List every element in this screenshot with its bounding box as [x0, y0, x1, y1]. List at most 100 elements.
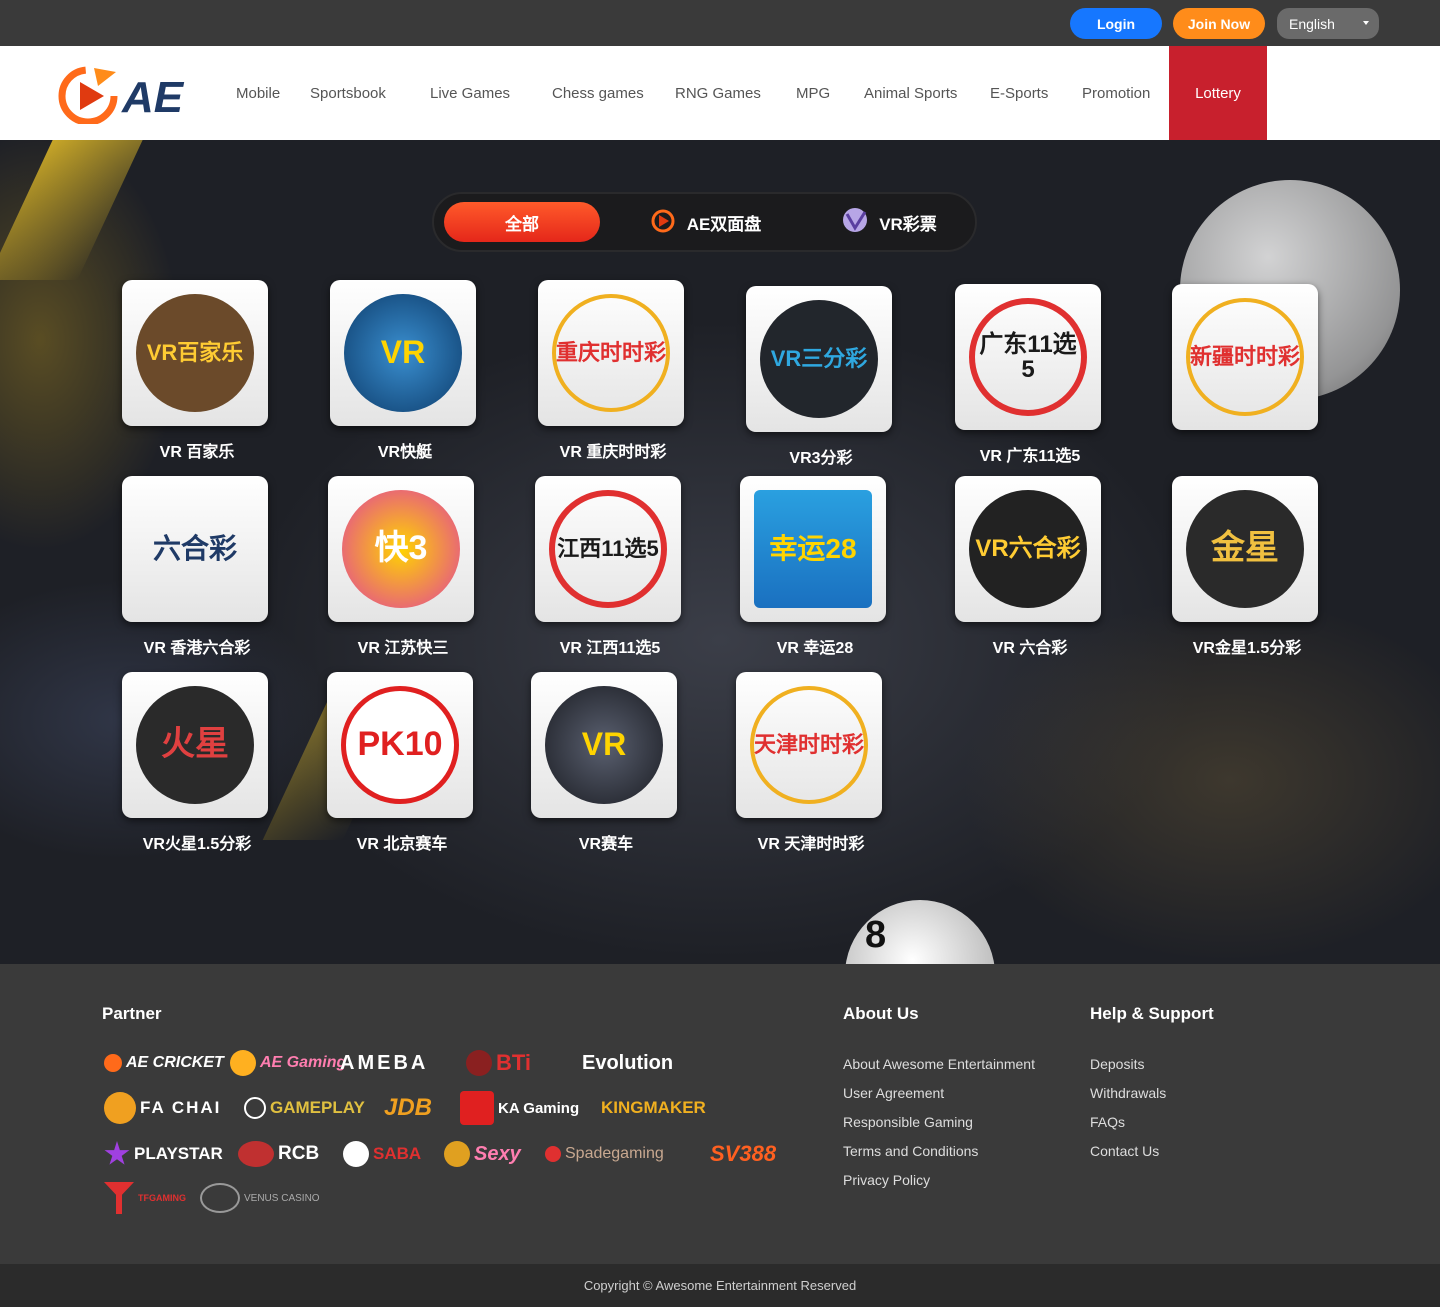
game-label: VR 北京赛车 — [356, 836, 448, 853]
nav-chess-games[interactable]: Chess games — [552, 46, 644, 140]
spade-icon — [545, 1146, 561, 1162]
link-faqs[interactable]: FAQs — [1090, 1114, 1125, 1130]
partner-kingmaker[interactable]: KINGMAKER — [601, 1092, 706, 1124]
nav-esports[interactable]: E-Sports — [990, 46, 1048, 140]
login-button[interactable]: Login — [1070, 8, 1162, 39]
game-tile: 火星 — [122, 672, 268, 818]
partner-bti[interactable]: BTi — [466, 1047, 531, 1079]
link-withdrawals[interactable]: Withdrawals — [1090, 1085, 1166, 1101]
partner-spadegaming[interactable]: Spadegaming — [545, 1138, 664, 1170]
tab-ae-double[interactable]: AE双面盘 — [630, 202, 780, 242]
tab-all-label: 全部 — [505, 214, 539, 234]
partner-ae-cricket[interactable]: AE CRICKET — [104, 1047, 224, 1079]
partner-name: Spadegaming — [565, 1145, 664, 1162]
game-vr-xinjiang[interactable]: 新疆时时彩 — [1172, 284, 1322, 442]
nav-sportsbook[interactable]: Sportsbook — [310, 46, 386, 140]
nav-live-games[interactable]: Live Games — [430, 46, 510, 140]
game-tile: 天津时时彩 — [736, 672, 882, 818]
game-art: VR — [545, 686, 663, 804]
tab-vr-lottery[interactable]: VR彩票 — [824, 202, 954, 242]
game-vr-jiangsu-k3[interactable]: 快3 VR 江苏快三 — [328, 476, 478, 658]
logo-text: AE — [121, 73, 185, 122]
partner-playstar[interactable]: PLAYSTAR — [104, 1138, 223, 1170]
game-art: PK10 — [341, 686, 459, 804]
nav-rng-games[interactable]: RNG Games — [675, 46, 761, 140]
nav-promotion[interactable]: Promotion — [1082, 46, 1150, 140]
nav-lottery[interactable]: Lottery — [1169, 46, 1267, 140]
partner-rcb[interactable]: RCB — [238, 1138, 319, 1170]
partner-sexy[interactable]: Sexy — [444, 1138, 521, 1170]
game-art: VR百家乐 — [136, 294, 254, 412]
game-art: 火星 — [136, 686, 254, 804]
partner-ae-gaming[interactable]: AE Gaming — [230, 1047, 346, 1079]
partner-name: SABA — [373, 1144, 422, 1163]
game-art: 快3 — [342, 490, 460, 608]
game-tile: 广东11选5 — [955, 284, 1101, 430]
tab-vr-lottery-label: VR彩票 — [879, 214, 937, 234]
about-heading: About Us — [843, 1004, 919, 1023]
partner-evolution[interactable]: Evolution — [582, 1047, 673, 1079]
partner-tfgaming[interactable]: TFGAMING — [104, 1182, 186, 1214]
game-vr-guangdong-11x5[interactable]: 广东11选5 VR 广东11选5 — [955, 284, 1105, 466]
game-tile: VR三分彩 — [746, 286, 892, 432]
tab-all[interactable]: 全部 — [444, 202, 600, 242]
partner-sv388[interactable]: SV388 — [710, 1138, 776, 1170]
partner-name: FA CHAI — [140, 1098, 222, 1117]
game-vr-beijing-pk10[interactable]: PK10 VR 北京赛车 — [327, 672, 477, 854]
partner-gameplay[interactable]: GAMEPLAY — [244, 1092, 365, 1124]
game-vr-marksix[interactable]: VR六合彩 VR 六合彩 — [955, 476, 1105, 658]
game-vr-jiangxi-11x5[interactable]: 江西11选5 VR 江西11选5 — [535, 476, 685, 658]
partner-name: Evolution — [582, 1051, 674, 1074]
nav-animal-sports[interactable]: Animal Sports — [864, 46, 957, 140]
game-tile: 快3 — [328, 476, 474, 622]
saba-logo-icon — [343, 1141, 369, 1167]
game-vr-3min[interactable]: VR三分彩 VR3分彩 — [746, 286, 896, 468]
link-deposits[interactable]: Deposits — [1090, 1056, 1144, 1072]
partner-jdb[interactable]: JDB — [384, 1092, 432, 1124]
link-user-agreement[interactable]: User Agreement — [843, 1085, 944, 1101]
game-label: VR 幸运28 — [776, 640, 854, 657]
game-label: VR 百家乐 — [159, 444, 235, 461]
partner-name: Sexy — [474, 1142, 521, 1165]
game-label: VR 香港六合彩 — [143, 640, 251, 657]
game-vr-speedboat[interactable]: VR VR快艇 — [330, 280, 480, 462]
game-label: VR 重庆时时彩 — [559, 444, 667, 461]
language-select[interactable]: English — [1277, 8, 1379, 39]
game-vr-racing[interactable]: VR VR赛车 — [531, 672, 681, 854]
game-vr-baccarat[interactable]: VR百家乐 VR 百家乐 — [122, 280, 272, 462]
link-privacy[interactable]: Privacy Policy — [843, 1172, 930, 1188]
link-about[interactable]: About Awesome Entertainment — [843, 1056, 1035, 1072]
partner-saba[interactable]: SABA — [343, 1138, 421, 1170]
partner-ameba[interactable]: AMEBA — [340, 1047, 428, 1079]
game-art: 金星 — [1186, 490, 1304, 608]
partner-name: AE Gaming — [260, 1054, 347, 1071]
bti-logo-icon — [466, 1050, 492, 1076]
join-now-button[interactable]: Join Now — [1173, 8, 1265, 39]
vr-logo-icon — [841, 206, 871, 239]
game-tile: 六合彩 — [122, 476, 268, 622]
game-art: 新疆时时彩 — [1186, 298, 1304, 416]
game-label: VR3分彩 — [789, 450, 853, 467]
link-terms[interactable]: Terms and Conditions — [843, 1143, 978, 1159]
ae-cricket-logo-icon — [104, 1054, 122, 1072]
partner-ka-gaming[interactable]: KA Gaming — [460, 1091, 579, 1125]
link-responsible-gaming[interactable]: Responsible Gaming — [843, 1114, 973, 1130]
game-vr-mars[interactable]: 火星 VR火星1.5分彩 — [122, 672, 272, 854]
link-contact[interactable]: Contact Us — [1090, 1143, 1159, 1159]
ae-gaming-logo-icon — [230, 1050, 256, 1076]
ae-logo[interactable]: AE — [58, 62, 194, 126]
partner-name: RCB — [278, 1143, 320, 1164]
nav-mpg[interactable]: MPG — [796, 46, 830, 140]
footer: Partner About Us Help & Support AE CRICK… — [0, 964, 1440, 1264]
partner-fa-chai[interactable]: FA CHAI — [104, 1092, 221, 1124]
nav-mobile[interactable]: Mobile — [236, 46, 280, 140]
game-vr-venus[interactable]: 金星 VR金星1.5分彩 — [1172, 476, 1322, 658]
game-vr-chongqing[interactable]: 重庆时时彩 VR 重庆时时彩 — [538, 280, 688, 462]
game-vr-lucky28[interactable]: 幸运28 VR 幸运28 — [740, 476, 890, 658]
game-vr-tianjin[interactable]: 天津时时彩 VR 天津时时彩 — [736, 672, 886, 854]
game-vr-hk-marksix[interactable]: 六合彩 VR 香港六合彩 — [122, 476, 272, 658]
help-heading: Help & Support — [1090, 1004, 1214, 1023]
partner-venus-casino[interactable]: VENUS CASINO — [200, 1182, 320, 1214]
horse-icon — [238, 1141, 274, 1167]
main-nav: AE Mobile Sportsbook Live Games Chess ga… — [0, 46, 1440, 140]
